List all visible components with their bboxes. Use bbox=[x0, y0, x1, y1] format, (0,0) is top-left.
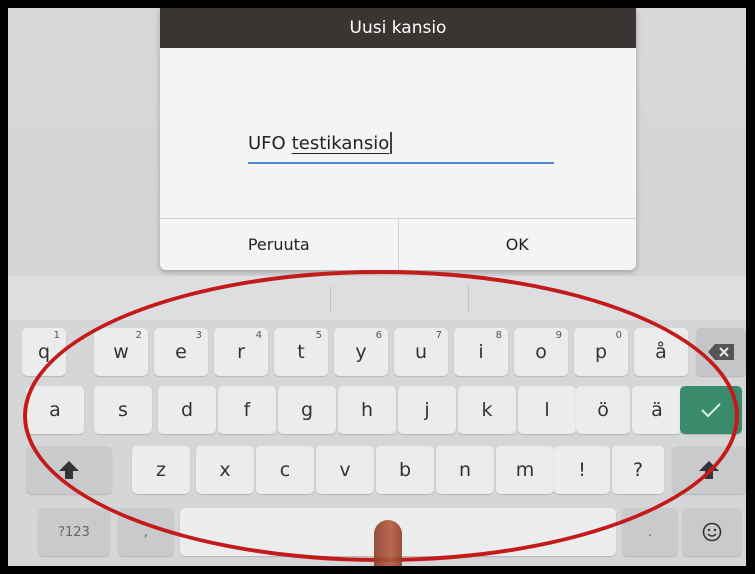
key-p[interactable]: p0 bbox=[574, 328, 628, 376]
shift-key[interactable] bbox=[26, 446, 112, 494]
device-screen: Uusi kansio UFO testikansio Peruuta OK q… bbox=[8, 8, 746, 566]
cancel-button[interactable]: Peruuta bbox=[160, 219, 398, 270]
key-e[interactable]: e3 bbox=[154, 328, 208, 376]
input-word-2: testikansio bbox=[291, 132, 390, 154]
enter-key[interactable] bbox=[680, 386, 742, 434]
key-t[interactable]: t5 bbox=[274, 328, 328, 376]
shift-icon bbox=[59, 461, 79, 479]
key-a-umlaut[interactable]: ä bbox=[632, 386, 682, 434]
key-s[interactable]: s bbox=[94, 386, 152, 434]
key-a[interactable]: a bbox=[26, 386, 84, 434]
shift-key-right[interactable] bbox=[672, 446, 746, 494]
checkmark-icon bbox=[701, 403, 721, 418]
key-o[interactable]: o9 bbox=[514, 328, 568, 376]
symbols-key[interactable]: ?123 bbox=[38, 508, 110, 556]
key-g[interactable]: g bbox=[278, 386, 336, 434]
key-o-umlaut[interactable]: ö bbox=[576, 386, 630, 434]
keyboard-row-1: q1 w2 e3 r4 t5 y6 u7 i8 o9 p0 å bbox=[8, 328, 746, 378]
key-w[interactable]: w2 bbox=[94, 328, 148, 376]
text-caret bbox=[390, 132, 393, 154]
key-j[interactable]: j bbox=[398, 386, 456, 434]
folder-name-input[interactable]: UFO testikansio bbox=[248, 124, 554, 164]
key-k[interactable]: k bbox=[458, 386, 516, 434]
key-c[interactable]: c bbox=[256, 446, 314, 494]
key-v[interactable]: v bbox=[316, 446, 374, 494]
key-i[interactable]: i8 bbox=[454, 328, 508, 376]
key-x[interactable]: x bbox=[196, 446, 254, 494]
key-r[interactable]: r4 bbox=[214, 328, 268, 376]
keyboard-row-2: a s d f g h j k l ö ä bbox=[8, 386, 746, 436]
key-z[interactable]: z bbox=[132, 446, 190, 494]
key-y[interactable]: y6 bbox=[334, 328, 388, 376]
pointing-finger bbox=[374, 520, 402, 566]
backspace-icon bbox=[708, 344, 734, 360]
keyboard-row-3: z x c v b n m ! ? bbox=[8, 446, 746, 496]
comma-key[interactable]: , bbox=[118, 508, 174, 556]
dialog-button-bar: Peruuta OK bbox=[160, 218, 636, 270]
key-q[interactable]: q1 bbox=[22, 328, 66, 376]
period-key[interactable]: . bbox=[622, 508, 678, 556]
shift-icon bbox=[699, 461, 719, 479]
key-f[interactable]: f bbox=[218, 386, 276, 434]
key-d[interactable]: d bbox=[158, 386, 216, 434]
key-b[interactable]: b bbox=[376, 446, 434, 494]
emoji-icon bbox=[702, 522, 722, 542]
key-n[interactable]: n bbox=[436, 446, 494, 494]
ok-button[interactable]: OK bbox=[397, 219, 637, 270]
new-folder-dialog: Uusi kansio UFO testikansio Peruuta OK bbox=[160, 8, 636, 270]
key-h[interactable]: h bbox=[338, 386, 396, 434]
input-word-1: UFO bbox=[248, 132, 286, 154]
suggestion-strip bbox=[8, 276, 746, 320]
key-question[interactable]: ? bbox=[612, 446, 664, 494]
suggestion-divider bbox=[468, 286, 469, 312]
key-l[interactable]: l bbox=[518, 386, 576, 434]
key-u[interactable]: u7 bbox=[394, 328, 448, 376]
backspace-key[interactable] bbox=[696, 328, 746, 376]
key-exclamation[interactable]: ! bbox=[554, 446, 610, 494]
key-a-ring[interactable]: å bbox=[634, 328, 688, 376]
emoji-key[interactable] bbox=[682, 508, 742, 556]
suggestion-divider bbox=[330, 286, 331, 312]
dialog-title: Uusi kansio bbox=[160, 8, 636, 48]
key-m[interactable]: m bbox=[496, 446, 554, 494]
